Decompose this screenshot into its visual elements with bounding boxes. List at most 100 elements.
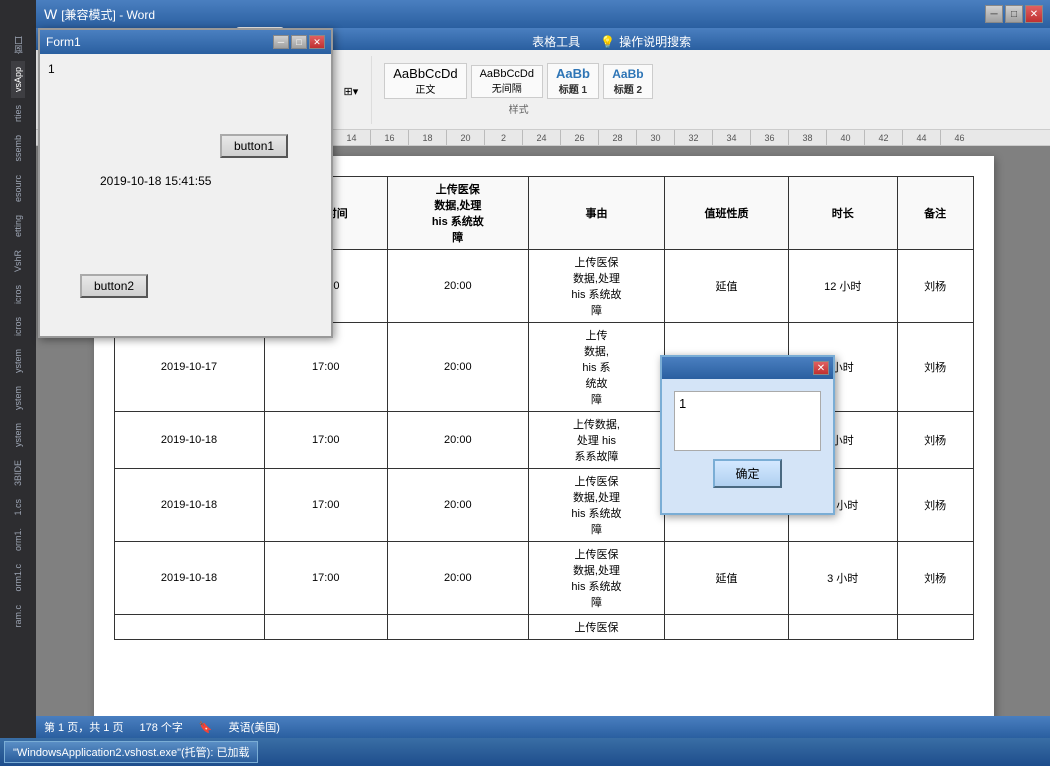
style-normal[interactable]: AaBbCcDd 正文 [384,63,466,99]
search-area: 💡 操作说明搜索 [600,33,691,50]
vs-left-panel: 窗口 vsApp rties ssemb esourc etting VshR … [0,0,36,740]
cell-date: 2019-10-18 [114,469,264,542]
form1-button2[interactable]: button2 [80,274,148,298]
borders-btn[interactable]: ⊞▾ [339,82,364,101]
vs-panel-3bide[interactable]: 3BIDE [11,454,25,492]
cell-reason: 上传医保数据,处理his 系统故障 [528,469,665,542]
vs-panel-form2[interactable]: orm1.c [11,558,25,598]
cell-end: 20:00 [387,412,528,469]
minimize-button[interactable]: ─ [985,5,1003,23]
style-heading1-label: 标题 1 [556,81,590,96]
vs-panel-window[interactable]: 窗口 [10,30,27,60]
ribbon-group-styles: AaBbCcDd 正文 AaBbCcDd 无间隔 AaBb 标题 1 AaBb … [384,56,661,124]
vs-panel-settings[interactable]: etting [11,209,25,243]
vs-panel-assembly[interactable]: ssemb [11,129,25,168]
page-info: 第 1 页，共 1 页 [44,719,123,735]
table-row: 2019-10-18 17:00 20:00 上传数据,处理 his系系故障 小… [114,412,973,469]
table-row: 上传医保 [114,615,973,640]
cell-date: 2019-10-18 [114,412,264,469]
cell-start [264,615,387,640]
lightbulb-icon: 💡 [600,35,615,49]
vs-panel-vshr[interactable]: VshR [11,244,25,278]
vs-panel-1cs[interactable]: 1.cs [11,493,25,522]
cell-start: 17:00 [264,542,387,615]
form1-minimize[interactable]: ─ [273,35,289,49]
search-placeholder[interactable]: 操作说明搜索 [619,33,691,50]
vs-panel-gram[interactable]: ram.c [11,599,25,634]
vs-panel-props[interactable]: rties [11,99,25,128]
vs-panel-micro2[interactable]: icros [11,311,25,342]
cell-duty: 延值 [665,250,788,323]
cell-date [114,615,264,640]
taskbar: "WindowsApplication2.vshost.exe"(托管): 已加… [0,738,1050,766]
dialog-close-btn[interactable]: ✕ [813,361,829,375]
form1-datetime: 2019-10-18 15:41:55 [100,174,211,188]
col-event: 事由 [528,177,665,250]
dialog-body: 1 确定 [662,379,833,500]
col-duty-type: 值班性质 [665,177,788,250]
dialog-input-area: 1 [674,391,821,451]
cell-duty [665,615,788,640]
style-heading1[interactable]: AaBb 标题 1 [547,63,599,99]
title-bar: W [兼容模式] - Word ─ □ ✕ [36,0,1050,28]
dialog-title-bar: ✕ [662,357,833,379]
dialog-ok-button[interactable]: 确定 [713,459,781,488]
taskbar-item-text: "WindowsApplication2.vshost.exe"(托管): 已加… [13,744,249,760]
form1-close[interactable]: ✕ [309,35,325,49]
dialog-box: ✕ 1 确定 [660,355,835,515]
cell-duration [788,615,897,640]
col-remark: 备注 [897,177,973,250]
word-count: 178 个字 [139,719,182,735]
window-title: [兼容模式] - Word [61,6,155,23]
cell-reason: 上传医保数据,处理his 系统故障 [528,250,665,323]
cell-start: 17:00 [264,412,387,469]
style-no-space[interactable]: AaBbCcDd 无间隔 [471,65,543,98]
cell-remark: 刘杨 [897,250,973,323]
cell-reason: 上传数据,his 系统故障 [528,323,665,412]
title-bar-left: W [兼容模式] - Word [44,6,155,23]
vs-panel-system2[interactable]: ystem [11,380,25,416]
cell-reason: 上传医保数据,处理his 系统故障 [528,542,665,615]
cell-remark: 刘杨 [897,542,973,615]
vs-panel-resource[interactable]: esourc [11,169,25,208]
taskbar-app-item[interactable]: "WindowsApplication2.vshost.exe"(托管): 已加… [4,741,258,763]
col-duration: 时长 [788,177,897,250]
cell-end: 20:00 [387,323,528,412]
vs-panel-app[interactable]: vsApp [11,61,25,98]
cell-remark [897,615,973,640]
cell-duration: 3 小时 [788,542,897,615]
cell-duty: 延值 [665,542,788,615]
form1-maximize[interactable]: □ [291,35,307,49]
form1-controls: ─ □ ✕ [273,35,325,49]
vs-panel-system1[interactable]: ystem [11,343,25,379]
cell-reason: 上传数据,处理 his系系故障 [528,412,665,469]
form1-number-label: 1 [48,62,323,76]
maximize-button[interactable]: □ [1005,5,1023,23]
cell-reason: 上传医保 [528,615,665,640]
col-reason-header: 上传医保数据,处理his 系统故障 [387,177,528,250]
styles-label: 样式 [509,101,529,116]
vs-panel-system3[interactable]: ystem [11,417,25,453]
form1-body: 1 button1 2019-10-18 15:41:55 button2 [40,54,331,336]
language: 英语(美国) [229,719,280,735]
cell-end: 20:00 [387,250,528,323]
cell-remark: 刘杨 [897,323,973,412]
style-no-space-label: 无间隔 [480,80,534,95]
cell-end [387,615,528,640]
cell-duration: 12 小时 [788,250,897,323]
cell-start: 17:00 [264,469,387,542]
style-heading2[interactable]: AaBb 标题 2 [603,64,653,99]
vs-panel-micro1[interactable]: icros [11,279,25,310]
form1-button1[interactable]: button1 [220,134,288,158]
cell-end: 20:00 [387,542,528,615]
vs-panel-form1[interactable]: orm1. [11,522,25,557]
close-button[interactable]: ✕ [1025,5,1043,23]
cell-remark: 刘杨 [897,412,973,469]
word-icon: W [44,6,57,22]
cell-date: 2019-10-18 [114,542,264,615]
table-row: 2019-10-18 17:00 20:00 上传医保数据,处理his 系统故障… [114,542,973,615]
style-heading2-label: 标题 2 [612,81,644,96]
table-tools-label: 表格工具 [532,33,580,50]
title-bar-controls: ─ □ ✕ [985,5,1043,23]
cell-end: 20:00 [387,469,528,542]
